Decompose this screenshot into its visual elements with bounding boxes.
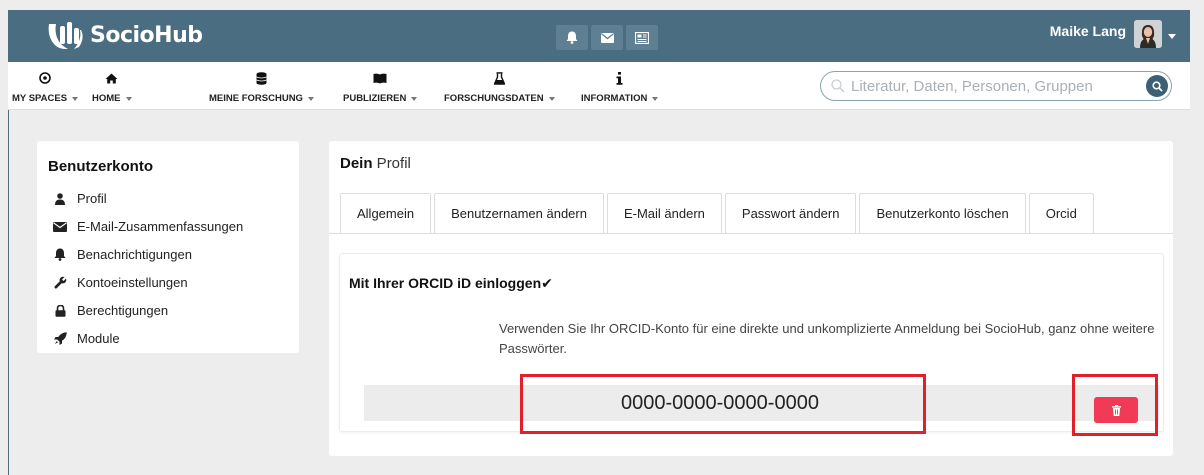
tab-benutzerkonto-loeschen[interactable]: Benutzerkonto löschen	[859, 193, 1026, 233]
orcid-description: Verwenden Sie Ihr ORCID-Konto für eine d…	[499, 321, 1155, 356]
envelope-icon	[53, 221, 67, 232]
profile-tabs: Allgemein Benutzernamen ändern E-Mail än…	[340, 193, 1097, 233]
newspaper-icon	[635, 31, 649, 44]
chevron-down-icon	[72, 96, 79, 101]
nav-label: INFORMATION	[581, 93, 648, 104]
delete-orcid-button[interactable]	[1094, 397, 1138, 423]
news-button[interactable]	[626, 25, 658, 50]
account-sidebar: Benutzerkonto Profil E-Mail-Zusammenfass…	[37, 141, 299, 353]
sidebar-item-benachrichtigungen[interactable]: Benachrichtigungen	[52, 247, 192, 262]
wrench-icon	[53, 276, 66, 289]
app-name: SocioHub	[90, 22, 203, 48]
nav-item-meine-forschung[interactable]: MEINE FORSCHUNG	[209, 70, 314, 104]
logo[interactable]: SocioHub	[46, 20, 203, 50]
nav-item-my-spaces[interactable]: MY SPACES	[12, 70, 79, 104]
chevron-down-icon	[1168, 34, 1176, 39]
lock-icon	[55, 304, 65, 317]
sidebar-item-label: Berechtigungen	[77, 303, 169, 318]
tab-allgemein[interactable]: Allgemein	[340, 193, 432, 233]
nav-label: HOME	[92, 93, 121, 104]
database-icon	[256, 71, 267, 85]
page-border	[8, 110, 9, 475]
tab-benutzernamen-aendern[interactable]: Benutzernamen ändern	[434, 193, 604, 233]
orcid-id-highlight	[520, 374, 926, 434]
chevron-down-icon	[125, 96, 132, 101]
tab-email-aendern[interactable]: E-Mail ändern	[606, 193, 722, 233]
sidebar-item-label: Module	[77, 331, 120, 346]
sidebar-item-kontoeinstellungen[interactable]: Kontoeinstellungen	[52, 275, 188, 290]
sidebar-item-module[interactable]: Module	[52, 331, 120, 346]
chevron-down-icon	[548, 96, 555, 101]
user-icon	[55, 192, 65, 205]
tab-orcid[interactable]: Orcid	[1028, 193, 1094, 233]
home-icon	[105, 73, 118, 83]
search-input[interactable]	[851, 76, 1131, 96]
nav-item-information[interactable]: INFORMATION	[581, 70, 659, 104]
tab-passwort-aendern[interactable]: Passwort ändern	[724, 193, 857, 233]
search-box	[820, 71, 1172, 101]
nav-item-home[interactable]: HOME	[92, 70, 132, 104]
nav-label: MY SPACES	[12, 93, 68, 104]
sidebar-item-label: E-Mail-Zusammenfassungen	[77, 219, 244, 234]
nav-label: FORSCHUNGSDATEN	[444, 93, 544, 104]
page-title: Dein Profil	[340, 155, 411, 172]
sidebar-item-label: Benachrichtigungen	[77, 247, 192, 262]
page-title-bold: Dein	[340, 155, 373, 172]
messages-button[interactable]	[591, 25, 623, 50]
search-icon	[831, 79, 845, 93]
nav-item-forschungsdaten[interactable]: FORSCHUNGSDATEN	[444, 70, 555, 104]
flask-icon	[493, 71, 505, 85]
user-name: Maike Lang	[1049, 23, 1126, 39]
sidebar-title: Benutzerkonto	[48, 158, 153, 175]
sidebar-item-berechtigungen[interactable]: Berechtigungen	[52, 303, 168, 318]
tabs-divider	[329, 233, 1173, 234]
chevron-down-icon	[411, 96, 418, 101]
notifications-button[interactable]	[556, 25, 588, 50]
search-button[interactable]	[1146, 75, 1168, 97]
sidebar-item-label: Kontoeinstellungen	[77, 275, 188, 290]
sidebar-item-email-zusammenfassungen[interactable]: E-Mail-Zusammenfassungen	[52, 219, 243, 234]
bell-icon	[54, 248, 66, 261]
orcid-heading: Mit Ihrer ORCID iD einloggen✔	[349, 275, 553, 291]
main-nav: MY SPACES HOME MEINE FORSCHUNG PUBLIZIER…	[8, 62, 1190, 110]
sidebar-item-profil[interactable]: Profil	[52, 191, 107, 206]
nav-label: MEINE FORSCHUNG	[209, 93, 303, 104]
page-title-rest: Profil	[372, 155, 411, 172]
chevron-down-icon	[652, 96, 659, 101]
search-icon	[1151, 80, 1163, 92]
nav-item-publizieren[interactable]: PUBLIZIEREN	[343, 70, 418, 104]
chevron-down-icon	[307, 96, 314, 101]
logo-icon	[48, 22, 83, 49]
target-icon	[39, 72, 51, 84]
top-bar: SocioHub Maike Lang	[8, 10, 1190, 62]
envelope-icon	[600, 32, 614, 43]
user-menu[interactable]: Maike Lang	[1050, 20, 1176, 48]
info-icon	[616, 71, 623, 85]
avatar[interactable]	[1134, 20, 1162, 48]
trash-icon	[1111, 404, 1121, 416]
sidebar-item-label: Profil	[77, 191, 107, 206]
rocket-icon	[53, 332, 67, 345]
nav-label: PUBLIZIEREN	[343, 93, 407, 104]
book-icon	[373, 73, 387, 83]
bell-icon	[566, 31, 578, 44]
